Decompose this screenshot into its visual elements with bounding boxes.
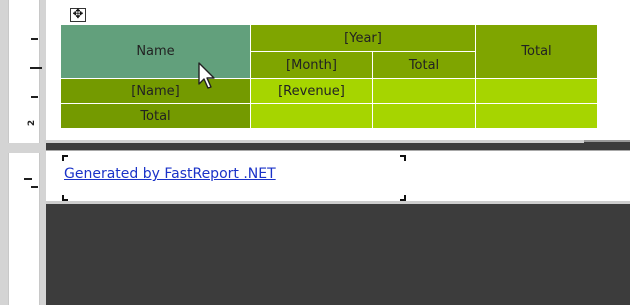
ruler-tick <box>31 38 38 40</box>
selection-corner <box>400 195 406 201</box>
cross-table[interactable]: Name [Year] Total [Month] Total [Name] [… <box>60 24 598 129</box>
vertical-ruler: 2 <box>0 0 46 305</box>
data-cell[interactable] <box>475 78 598 104</box>
row-total-cell[interactable]: Total <box>60 103 251 129</box>
band-divider <box>46 201 630 204</box>
band-edge <box>44 140 584 143</box>
ruler-tick <box>30 67 42 69</box>
data-cell[interactable] <box>250 103 373 129</box>
header-total-cell[interactable]: Total <box>475 24 598 79</box>
data-cell[interactable] <box>372 78 476 104</box>
data-cell[interactable] <box>475 103 598 129</box>
ruler-number: 2 <box>27 119 38 127</box>
ruler-tick <box>24 178 32 180</box>
ruler-tick <box>31 96 38 98</box>
revenue-cell[interactable]: [Revenue] <box>250 78 373 104</box>
generated-by-link[interactable]: Generated by FastReport .NET <box>64 166 276 182</box>
selection-corner <box>400 155 406 161</box>
ruler-tick <box>31 186 38 188</box>
selection-corner <box>62 195 68 201</box>
ruler-gap <box>8 143 40 153</box>
header-name-cell[interactable]: Name <box>60 24 251 79</box>
data-cell[interactable] <box>372 103 476 129</box>
move-handle[interactable]: ✥ <box>70 7 86 22</box>
selection-corner <box>62 155 68 161</box>
header-year-cell[interactable]: [Year] <box>250 24 476 52</box>
header-year-total-cell[interactable]: Total <box>372 51 476 79</box>
ruler-marker <box>16 178 36 180</box>
header-month-cell[interactable]: [Month] <box>250 51 373 79</box>
mouse-pointer-icon <box>198 62 215 89</box>
move-arrows-icon: ✥ <box>72 7 84 22</box>
row-name-cell[interactable]: [Name] <box>60 78 251 104</box>
